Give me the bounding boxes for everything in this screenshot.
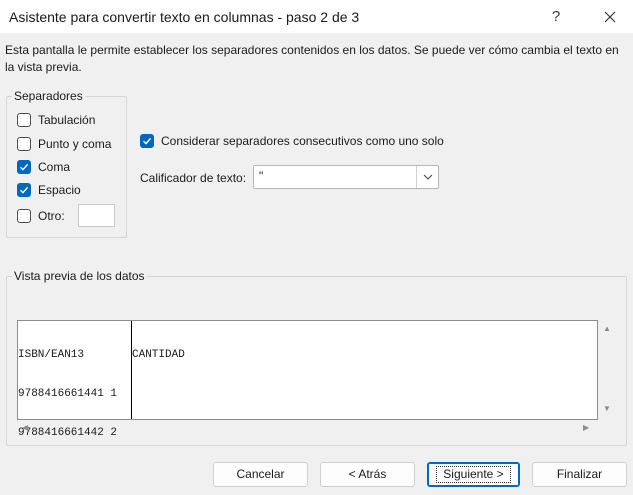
text-qualifier-select[interactable]: " bbox=[253, 165, 439, 189]
checkmark-icon bbox=[20, 186, 29, 194]
other-separator-checkbox[interactable]: Otro: bbox=[17, 207, 65, 225]
data-preview-pane[interactable]: ISBN/EAN13 9788416661441 1 9788416661442… bbox=[17, 320, 598, 439]
scroll-left-icon[interactable]: ◀ bbox=[22, 423, 28, 432]
comma-separator-checkbox[interactable]: Coma bbox=[17, 158, 70, 176]
close-icon bbox=[604, 11, 616, 22]
title-bar: Asistente para convertir texto en column… bbox=[0, 0, 633, 33]
scroll-right-icon[interactable]: ▶ bbox=[583, 423, 589, 432]
next-button[interactable]: Siguiente > bbox=[427, 462, 520, 487]
text-qualifier-value: " bbox=[259, 169, 264, 183]
text-qualifier-label: Calificador de texto: bbox=[140, 171, 247, 185]
separators-legend: Separadores bbox=[12, 89, 85, 103]
checkbox-box bbox=[17, 209, 31, 223]
checkbox-box bbox=[17, 113, 31, 127]
checkbox-label: Punto y coma bbox=[38, 137, 112, 151]
checkmark-icon bbox=[20, 163, 29, 171]
data-preview-legend: Vista previa de los datos bbox=[12, 269, 147, 283]
dropdown-arrow[interactable] bbox=[416, 166, 438, 188]
scroll-up-icon[interactable]: ▲ bbox=[603, 324, 611, 333]
cancel-button[interactable]: Cancelar bbox=[213, 462, 308, 487]
window-title: Asistente para convertir texto en column… bbox=[9, 9, 360, 25]
next-button-label: Siguiente > bbox=[436, 466, 511, 483]
back-button[interactable]: < Atrás bbox=[320, 462, 415, 487]
checkbox-label: Espacio bbox=[38, 183, 81, 197]
tab-separator-checkbox[interactable]: Tabulación bbox=[17, 111, 95, 129]
checkbox-label: Otro: bbox=[38, 209, 65, 223]
checkbox-label: Considerar separadores consecutivos como… bbox=[161, 134, 444, 148]
consecutive-separators-checkbox[interactable]: Considerar separadores consecutivos como… bbox=[140, 132, 444, 150]
preview-cell: ISBN/EAN13 bbox=[18, 349, 85, 361]
space-separator-checkbox[interactable]: Espacio bbox=[17, 181, 81, 199]
checkbox-box bbox=[17, 160, 31, 174]
chevron-down-icon bbox=[423, 174, 432, 180]
preview-cell: 9788416661441 1 bbox=[18, 388, 118, 400]
preview-horizontal-scrollbar[interactable]: ◀ ▶ bbox=[17, 420, 598, 437]
preview-column-2[interactable]: CANTIDAD bbox=[132, 323, 185, 388]
finish-button[interactable]: Finalizar bbox=[532, 462, 627, 487]
checkbox-box bbox=[17, 137, 31, 151]
scroll-down-icon[interactable]: ▼ bbox=[603, 404, 611, 413]
checkbox-label: Coma bbox=[38, 160, 71, 174]
checkbox-box bbox=[17, 183, 31, 197]
checkbox-box bbox=[140, 134, 154, 148]
preview-column-1[interactable]: ISBN/EAN13 9788416661441 1 9788416661442… bbox=[18, 323, 117, 466]
preview-vertical-scrollbar[interactable]: ▲ ▼ bbox=[598, 320, 616, 420]
preview-cell: CANTIDAD bbox=[132, 349, 185, 361]
close-button[interactable] bbox=[593, 0, 627, 33]
semicolon-separator-checkbox[interactable]: Punto y coma bbox=[17, 135, 111, 153]
other-separator-input[interactable] bbox=[78, 204, 115, 227]
checkmark-icon bbox=[143, 137, 152, 145]
help-button[interactable]: ? bbox=[541, 0, 571, 33]
checkbox-label: Tabulación bbox=[38, 113, 96, 127]
step-description: Esta pantalla le permite establecer los … bbox=[5, 43, 619, 74]
